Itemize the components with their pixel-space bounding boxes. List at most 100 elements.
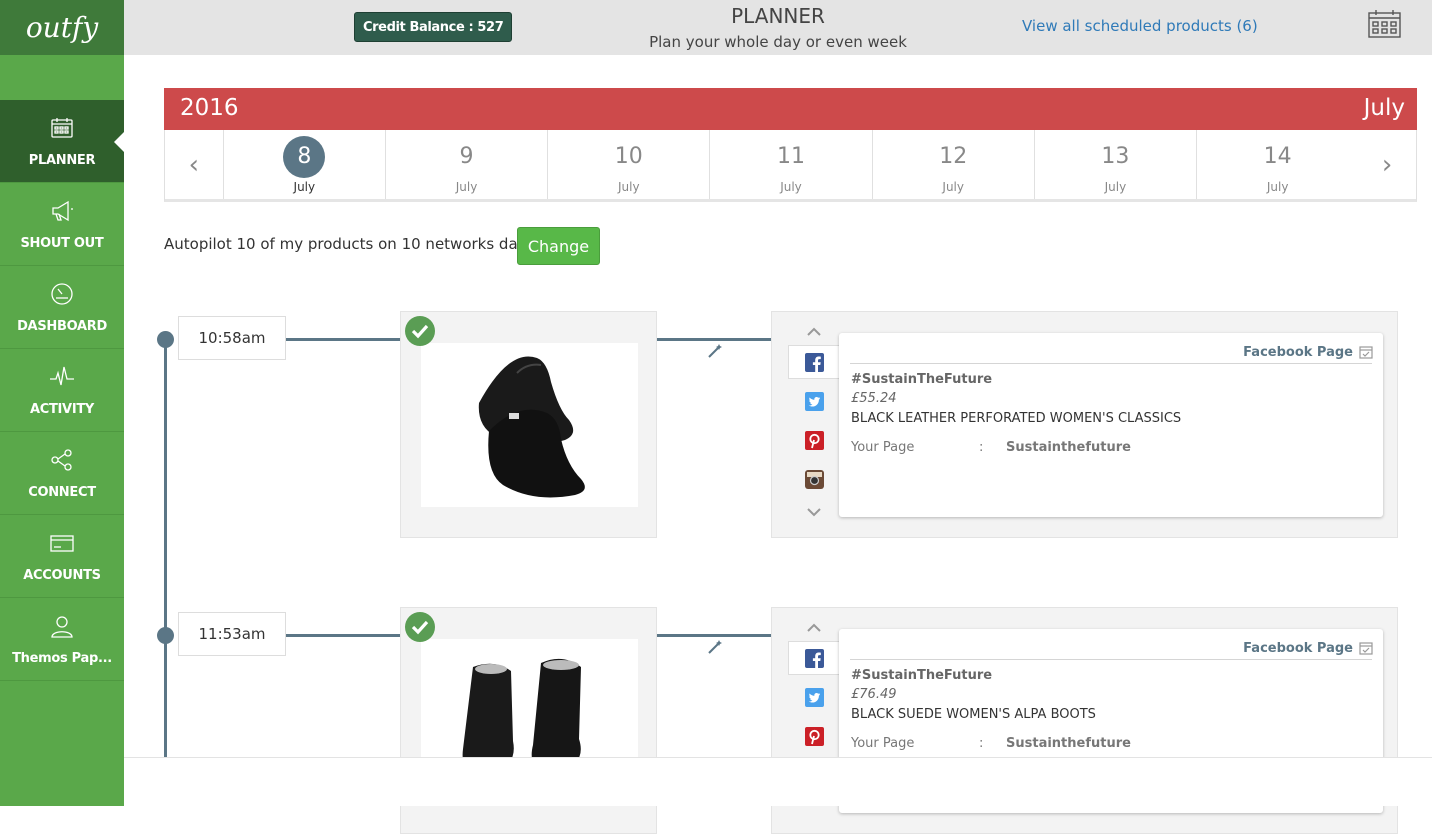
page-label: Your Page (851, 440, 915, 455)
megaphone-icon (52, 200, 73, 221)
sidebar-item-activity[interactable]: ACTIVITY (0, 349, 124, 432)
scroll-down-button[interactable] (788, 501, 840, 523)
sidebar-item-label: DASHBOARD (17, 318, 107, 334)
magic-wand-icon[interactable] (707, 343, 723, 359)
product-image-shoes (421, 343, 638, 507)
day-month: July (617, 179, 640, 194)
chevron-right-icon: › (1381, 149, 1393, 180)
pinterest-tab[interactable] (788, 719, 840, 753)
prev-week-button[interactable]: ‹ (165, 130, 223, 199)
day-month: July (1266, 179, 1289, 194)
network-name: Facebook Page (1243, 641, 1353, 656)
day-cell[interactable]: 10 July (547, 130, 709, 199)
next-week-button[interactable]: › (1358, 130, 1416, 199)
sidebar: outfy PLANNER SHOUT OUT DASHBOARD ACTIVI… (0, 0, 124, 806)
day-cell[interactable]: 8 July (222, 130, 385, 199)
twitter-icon (804, 391, 824, 411)
sidebar-item-planner[interactable]: PLANNER (0, 100, 124, 183)
day-cell[interactable]: 12 July (871, 130, 1034, 199)
network-name: Facebook Page (1243, 345, 1353, 360)
chevron-left-icon: ‹ (188, 149, 200, 180)
check-circle-icon (405, 612, 435, 642)
card-icon (50, 534, 74, 552)
sidebar-item-dashboard[interactable]: DASHBOARD (0, 266, 124, 349)
product-card[interactable] (400, 311, 657, 538)
day-number: 13 (1101, 143, 1130, 169)
calendar-year: 2016 (180, 95, 239, 121)
pinterest-tab[interactable] (788, 423, 840, 457)
sidebar-item-label: PLANNER (28, 152, 96, 168)
timeline-connector (286, 338, 400, 341)
instagram-tab[interactable] (788, 462, 840, 496)
day-cell[interactable]: 14 July (1196, 130, 1358, 199)
post-hashtag: #SustainTheFuture (851, 668, 993, 683)
twitter-icon (804, 687, 824, 707)
page-separator: : (979, 736, 984, 751)
sidebar-item-user[interactable]: Themos Pap... (0, 598, 124, 681)
facebook-tab[interactable] (788, 641, 840, 675)
scroll-up-button[interactable] (788, 616, 840, 638)
post-card: Facebook Page #SustainTheFuture £55.24 B… (771, 311, 1398, 538)
day-cell[interactable]: 13 July (1033, 130, 1196, 199)
sidebar-item-label: ACCOUNTS (23, 567, 101, 583)
calendar-header: 2016 July (164, 88, 1417, 130)
check-circle-icon (405, 316, 435, 346)
outfy-logo[interactable]: outfy (0, 0, 124, 55)
sidebar-item-connect[interactable]: CONNECT (0, 432, 124, 515)
change-autopilot-button[interactable]: Change (517, 227, 600, 265)
post-hashtag: #SustainTheFuture (851, 372, 993, 387)
sidebar-item-accounts[interactable]: ACCOUNTS (0, 515, 124, 598)
calendar-icon (51, 117, 73, 138)
chevron-up-icon (807, 623, 821, 632)
twitter-tab[interactable] (788, 680, 840, 714)
product-name: BLACK LEATHER PERFORATED WOMEN'S CLASSIC… (851, 411, 1182, 426)
day-strip: ‹ 8 July 9 July 10 July 11 July 12 July … (164, 130, 1417, 202)
day-cell[interactable]: 9 July (384, 130, 547, 199)
facebook-icon (805, 352, 824, 372)
day-number: 8 (283, 135, 326, 178)
sidebar-item-label: CONNECT (28, 484, 96, 500)
day-cell[interactable]: 11 July (709, 130, 871, 199)
page-footer-area (124, 757, 1432, 806)
divider (850, 363, 1372, 364)
day-month: July (1104, 179, 1127, 194)
product-price: £55.24 (851, 391, 897, 406)
magic-wand-icon[interactable] (707, 639, 723, 655)
day-number: 10 (614, 143, 643, 169)
sidebar-item-label: ACTIVITY (29, 401, 95, 417)
product-name: BLACK SUEDE WOMEN'S ALPA BOOTS (851, 707, 1096, 722)
facebook-icon (805, 648, 824, 668)
calendar-month: July (1363, 95, 1405, 121)
instagram-icon (804, 469, 824, 489)
facebook-tab[interactable] (788, 345, 840, 379)
post-preview[interactable]: Facebook Page #SustainTheFuture £55.24 B… (839, 333, 1383, 517)
scroll-up-button[interactable] (788, 320, 840, 342)
twitter-tab[interactable] (788, 384, 840, 418)
page-separator: : (979, 440, 984, 455)
page-label: Your Page (851, 736, 915, 751)
timeline-connector (286, 634, 400, 637)
calendar-icon[interactable] (1368, 10, 1401, 38)
social-network-selector (788, 616, 840, 758)
sidebar-item-shout-out[interactable]: SHOUT OUT (0, 183, 124, 266)
chevron-up-icon (807, 327, 821, 336)
timeline-dot (157, 627, 174, 644)
social-network-selector (788, 320, 840, 523)
post-time[interactable]: 10:58am (178, 316, 286, 360)
view-scheduled-link[interactable]: View all scheduled products (6) (1022, 17, 1258, 35)
page-value: Sustainthefuture (1006, 440, 1131, 455)
day-number: 9 (459, 143, 474, 169)
schedule-icon[interactable] (1359, 641, 1373, 655)
timeline-connector (657, 634, 771, 637)
timeline-line (164, 340, 167, 760)
product-price: £76.49 (851, 687, 897, 702)
post-time[interactable]: 11:53am (178, 612, 286, 656)
day-month: July (293, 179, 316, 194)
day-month: July (942, 179, 964, 194)
autopilot-text: Autopilot 10 of my products on 10 networ… (164, 235, 538, 253)
sidebar-item-label: Themos Pap... (12, 650, 112, 666)
schedule-icon[interactable] (1359, 345, 1373, 359)
timeline-dot (157, 331, 174, 348)
user-icon (51, 615, 73, 638)
pinterest-icon (804, 726, 824, 746)
